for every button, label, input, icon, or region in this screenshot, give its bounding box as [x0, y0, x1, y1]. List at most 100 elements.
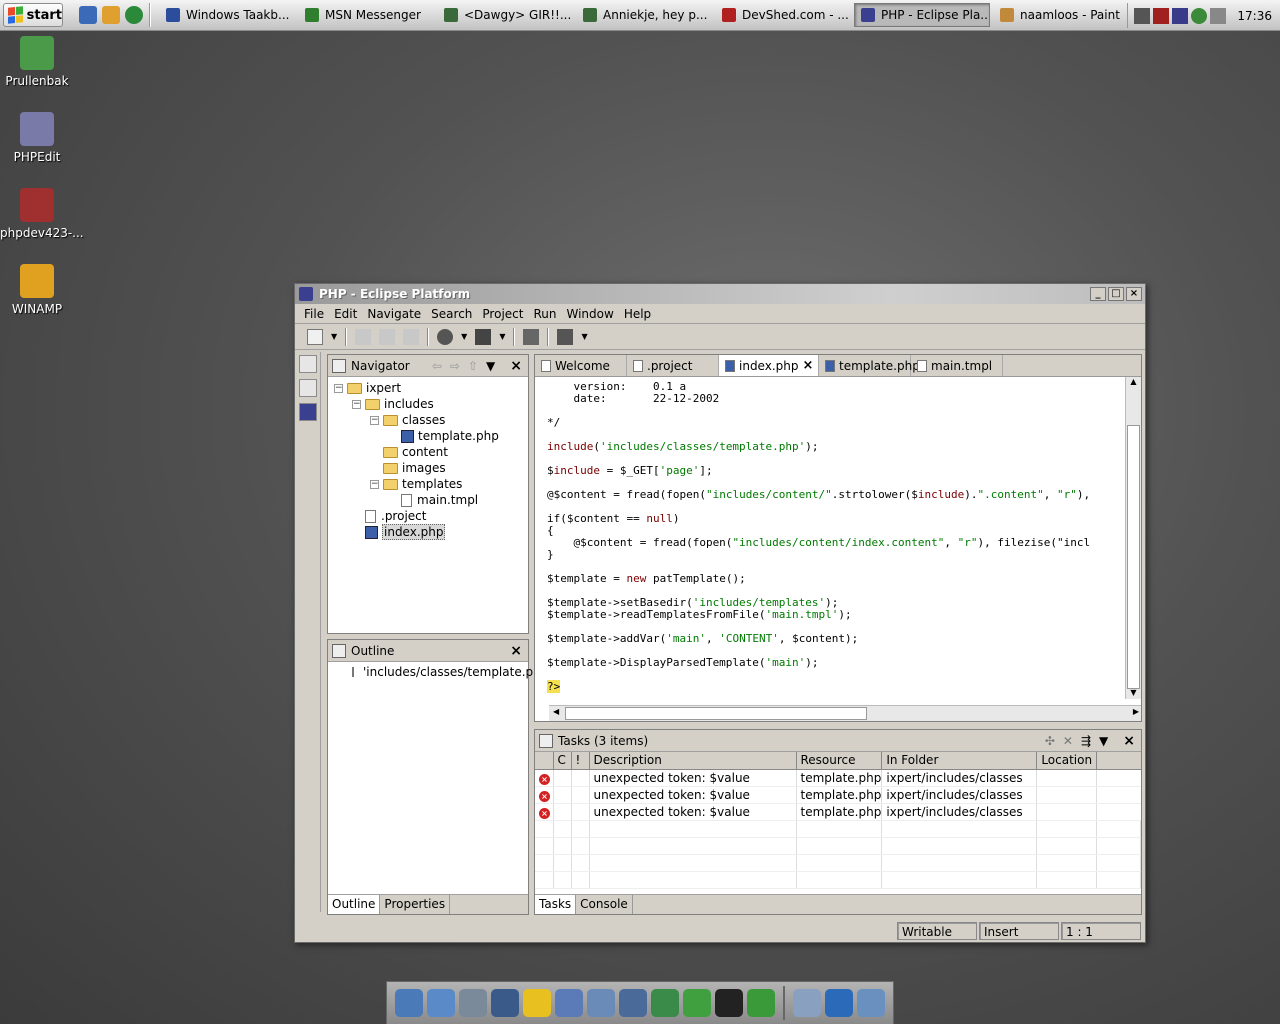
column-resource[interactable]: Resource — [796, 752, 883, 770]
new-wizard-icon[interactable] — [307, 328, 323, 345]
scroll-up-icon[interactable]: ▲ — [1126, 377, 1141, 386]
open-perspective-icon[interactable] — [299, 355, 317, 373]
show-desktop-icon[interactable] — [79, 6, 97, 24]
column-priority[interactable]: ! — [571, 752, 590, 770]
tree-item[interactable]: − includes — [334, 396, 528, 412]
delete-task-icon[interactable]: ✕ — [1063, 734, 1073, 748]
up-icon[interactable]: ⇧ — [468, 359, 478, 373]
window-titlebar[interactable]: PHP - Eclipse Platform _ □ × — [295, 284, 1145, 304]
taskbar-button[interactable]: Windows Taakb... — [159, 3, 295, 27]
collapse-toggle-icon[interactable]: − — [370, 415, 379, 425]
dock-app-icon[interactable] — [747, 989, 775, 1017]
clock[interactable]: 17:36 — [1237, 9, 1272, 23]
maximize-button[interactable]: □ — [1108, 287, 1124, 301]
run-icon[interactable] — [475, 328, 492, 345]
run-dropdown-icon[interactable]: ▼ — [499, 332, 505, 341]
tree-item[interactable]: .project — [334, 508, 528, 524]
tree-item[interactable]: main.tmpl — [334, 492, 528, 508]
editor-tab[interactable]: .project — [627, 355, 719, 376]
tree-item[interactable]: images — [334, 460, 528, 476]
scroll-down-icon[interactable]: ▼ — [1126, 688, 1141, 697]
menu-edit[interactable]: Edit — [329, 307, 362, 321]
task-row[interactable]: × unexpected token: $value template.php ixp… — [535, 769, 1141, 787]
search-tool-icon[interactable] — [557, 328, 574, 345]
tab-properties[interactable]: Properties — [380, 895, 451, 914]
tab-close-icon[interactable]: × — [802, 358, 813, 373]
dock-app-icon[interactable] — [491, 989, 519, 1017]
tab-tasks[interactable]: Tasks — [535, 895, 577, 914]
back-icon[interactable]: ⇦ — [432, 359, 442, 373]
debug-dropdown-icon[interactable]: ▼ — [461, 332, 467, 341]
dock-app-icon[interactable] — [523, 989, 551, 1017]
task-row[interactable]: × unexpected token: $value template.php ixp… — [535, 786, 1141, 804]
dock-app-icon[interactable] — [619, 989, 647, 1017]
volume-icon[interactable] — [1210, 7, 1227, 24]
new-task-icon[interactable]: ✣ — [1045, 734, 1055, 748]
editor-tab[interactable]: main.tmpl — [911, 355, 1003, 376]
taskbar-button[interactable]: naamloos - Paint — [993, 3, 1129, 27]
tasks-close-icon[interactable]: × — [1123, 733, 1135, 749]
collapse-toggle-icon[interactable]: − — [352, 399, 361, 409]
dock-app-icon[interactable] — [587, 989, 615, 1017]
column-folder[interactable]: In Folder — [881, 752, 1038, 770]
tree-item[interactable]: − templates — [334, 476, 528, 492]
column-location[interactable]: Location — [1036, 752, 1098, 770]
grid-icon[interactable] — [1172, 7, 1189, 24]
task-row[interactable]: × unexpected token: $value template.php ixp… — [535, 803, 1141, 821]
external-tools-icon[interactable] — [523, 328, 540, 345]
php-perspective-icon[interactable] — [299, 403, 317, 421]
desktop-icon[interactable]: phpdev423-... — [0, 188, 84, 240]
vertical-scrollbar[interactable]: ▲ ▼ — [1125, 377, 1141, 699]
menu-search[interactable]: Search — [426, 307, 477, 321]
menu-window[interactable]: Window — [561, 307, 618, 321]
forward-icon[interactable]: ⇨ — [450, 359, 460, 373]
debug-icon[interactable] — [437, 328, 454, 345]
dock-app-icon[interactable] — [857, 989, 885, 1017]
dock-app-icon[interactable] — [427, 989, 455, 1017]
dock-app-icon[interactable] — [651, 989, 679, 1017]
keyboard-icon[interactable] — [1134, 7, 1151, 24]
dock-app-icon[interactable] — [395, 989, 423, 1017]
taskbar-button[interactable]: Anniekje, hey p... — [576, 3, 712, 27]
minimize-button[interactable]: _ — [1090, 287, 1106, 301]
start-button[interactable]: start — [3, 3, 63, 27]
close-button[interactable]: × — [1126, 287, 1142, 301]
horizontal-scroll-thumb[interactable] — [565, 707, 867, 720]
messenger-tray-icon[interactable] — [1191, 7, 1208, 24]
column-completed[interactable]: C — [553, 752, 572, 770]
scroll-right-icon[interactable]: ▶ — [1133, 707, 1139, 716]
menu-project[interactable]: Project — [477, 307, 528, 321]
taskbar-button[interactable]: DevShed.com - ... — [715, 3, 851, 27]
tree-item[interactable]: index.php — [334, 524, 528, 540]
taskbar-button[interactable]: <Dawgy> GIR!!... — [437, 3, 573, 27]
desktop-icon[interactable]: WINAMP — [0, 264, 74, 316]
view-menu-icon[interactable]: ▼ — [486, 359, 495, 373]
network-icon[interactable] — [1153, 7, 1170, 24]
search-dropdown-icon[interactable]: ▼ — [581, 332, 587, 341]
navigator-close-icon[interactable]: × — [510, 358, 522, 374]
resource-perspective-icon[interactable] — [299, 379, 317, 397]
dock-app-icon[interactable] — [715, 989, 743, 1017]
menu-file[interactable]: File — [299, 307, 329, 321]
desktop-icon[interactable]: PHPEdit — [0, 112, 74, 164]
column-description[interactable]: Description — [589, 752, 797, 770]
menu-help[interactable]: Help — [619, 307, 656, 321]
tab-outline[interactable]: Outline — [328, 895, 381, 914]
save-icon[interactable] — [355, 328, 372, 345]
dock-app-icon[interactable] — [793, 989, 821, 1017]
tree-item[interactable]: content — [334, 444, 528, 460]
save-all-icon[interactable] — [379, 328, 396, 345]
code-editor[interactable]: version: 0.1 a date: 22-12-2002 */ inclu… — [547, 381, 1090, 693]
dock-app-icon[interactable] — [683, 989, 711, 1017]
taskbar-button[interactable]: PHP - Eclipse Pla... — [854, 3, 990, 27]
editor-tab[interactable]: Welcome — [535, 355, 627, 376]
horizontal-scrollbar[interactable]: ◀ ▶ — [549, 705, 1141, 721]
dock-app-icon[interactable] — [555, 989, 583, 1017]
taskbar-button[interactable]: MSN Messenger — [298, 3, 434, 27]
collapse-toggle-icon[interactable]: − — [334, 383, 343, 393]
vertical-scroll-thumb[interactable] — [1127, 425, 1140, 689]
tree-item[interactable]: template.php — [334, 428, 528, 444]
dock-app-icon[interactable] — [459, 989, 487, 1017]
menu-navigate[interactable]: Navigate — [362, 307, 426, 321]
new-dropdown-icon[interactable]: ▼ — [331, 332, 337, 341]
